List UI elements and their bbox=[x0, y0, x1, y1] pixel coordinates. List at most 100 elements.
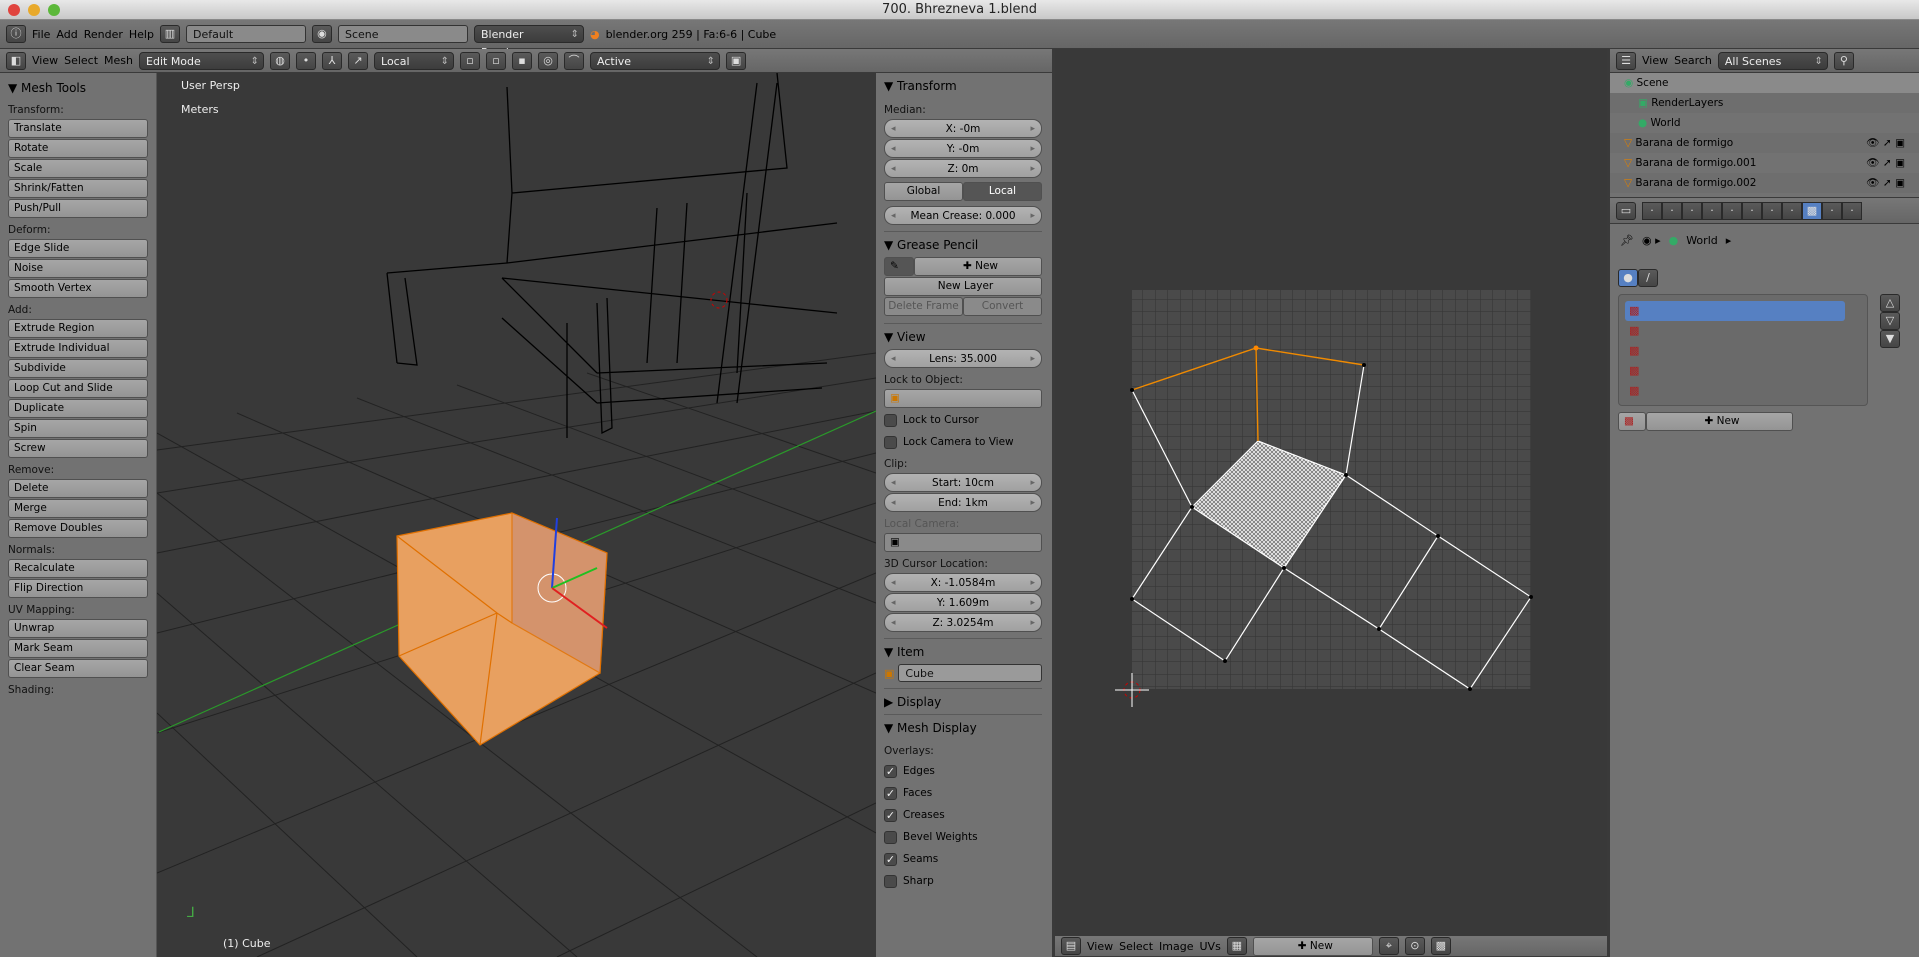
tab-scene-icon[interactable]: · bbox=[1662, 201, 1682, 220]
mesh-display-header[interactable]: ▼ Mesh Display bbox=[884, 714, 1042, 740]
tab-constraints-icon[interactable]: · bbox=[1722, 201, 1742, 220]
tool-button[interactable]: Flip Direction bbox=[8, 579, 148, 598]
new-layer-button[interactable]: New Layer bbox=[884, 277, 1042, 296]
tab-particles-icon[interactable]: · bbox=[1822, 201, 1842, 220]
face-select-icon[interactable]: ▪ bbox=[512, 51, 533, 70]
tool-button[interactable]: Translate bbox=[8, 119, 148, 138]
overlay-checkbox[interactable]: ✓ Edges bbox=[884, 760, 1042, 782]
move-up-button[interactable]: △ bbox=[1880, 294, 1900, 312]
tool-button[interactable]: Smooth Vertex bbox=[8, 279, 148, 298]
texture-slot[interactable]: ▩ bbox=[1625, 321, 1845, 341]
outliner-menu-view[interactable]: View bbox=[1642, 54, 1668, 67]
tool-button[interactable]: Clear Seam bbox=[8, 659, 148, 678]
tab-modifiers-icon[interactable]: · bbox=[1742, 201, 1762, 220]
global-button[interactable]: Global bbox=[884, 182, 963, 201]
layout-icon[interactable]: ▥ bbox=[159, 25, 180, 43]
image-browse-icon[interactable]: ▦ bbox=[1226, 937, 1247, 955]
pivot-uv-icon[interactable]: ⊙ bbox=[1404, 937, 1425, 955]
clip-end-field[interactable]: End: 1km bbox=[884, 493, 1042, 512]
visibility-icons[interactable]: 👁︎ ➚ ▣ bbox=[1866, 173, 1905, 193]
outliner-row[interactable]: ◉ Scene bbox=[1610, 73, 1919, 93]
tool-button[interactable]: Noise bbox=[8, 259, 148, 278]
outliner-row[interactable]: ● World bbox=[1610, 113, 1919, 133]
uv-menu-image[interactable]: Image bbox=[1159, 940, 1193, 953]
layout-field[interactable]: Default bbox=[185, 25, 306, 43]
checkbox-box[interactable]: ✓ bbox=[884, 786, 897, 800]
checkbox-box[interactable]: ✓ bbox=[884, 808, 897, 822]
transform-panel-header[interactable]: ▼ Transform bbox=[884, 73, 1042, 99]
outliner-row[interactable]: ▣ RenderLayers bbox=[1610, 93, 1919, 113]
pivot-icon[interactable]: • bbox=[296, 51, 317, 70]
tab-object-icon[interactable]: · bbox=[1702, 201, 1722, 220]
brush-texture-icon[interactable]: / bbox=[1638, 269, 1658, 287]
tool-button[interactable]: Push/Pull bbox=[8, 199, 148, 218]
menu-help[interactable]: Help bbox=[129, 28, 154, 41]
render-engine-dropdown[interactable]: Blender Render bbox=[473, 25, 584, 59]
outliner-menu-search[interactable]: Search bbox=[1674, 54, 1712, 67]
outliner-row[interactable]: ▽ Barana de formigo.001 👁︎ ➚ ▣ bbox=[1610, 153, 1919, 173]
editor-type-3d-icon[interactable]: ◧ bbox=[6, 51, 26, 70]
grease-new-button[interactable]: ✚ New bbox=[914, 257, 1042, 276]
view-panel-header[interactable]: ▼ View bbox=[884, 323, 1042, 349]
tab-texture-icon[interactable]: ▩ bbox=[1802, 201, 1822, 220]
object-name-field[interactable]: Cube bbox=[898, 664, 1042, 682]
outliner-row[interactable]: ▽ Barana de formigo.002 👁︎ ➚ ▣ bbox=[1610, 173, 1919, 193]
checkbox-box[interactable]: ✓ bbox=[884, 852, 897, 866]
sync-select-icon[interactable]: ▩ bbox=[1430, 937, 1451, 955]
mode-dropdown[interactable]: Edit Mode bbox=[139, 51, 265, 71]
menu-render[interactable]: Render bbox=[84, 28, 123, 41]
translate-manipulator-icon[interactable]: ↗ bbox=[348, 51, 369, 70]
display-panel-header[interactable]: ▶ Display bbox=[884, 688, 1042, 714]
pencil-icon[interactable]: ✎ bbox=[884, 257, 914, 276]
uv-new-image-button[interactable]: ✚ New bbox=[1252, 936, 1373, 956]
lock-cursor-checkbox[interactable]: Lock to Cursor bbox=[884, 409, 1042, 431]
texture-slot[interactable]: ▩ bbox=[1625, 301, 1845, 321]
3d-viewport[interactable]: User Persp Meters (1) Cube ⅃ bbox=[157, 73, 876, 957]
median-y-field[interactable]: Y: -0m bbox=[884, 139, 1042, 158]
grease-pencil-header[interactable]: ▼ Grease Pencil bbox=[884, 231, 1042, 257]
editor-type-properties-icon[interactable]: ▭ bbox=[1616, 201, 1636, 220]
uv-image-editor[interactable] bbox=[1055, 49, 1607, 936]
world-texture-icon[interactable]: ● bbox=[1618, 269, 1638, 287]
pin-icon[interactable]: 📌︎ bbox=[1620, 234, 1634, 247]
cursor-x-field[interactable]: X: -1.0584m bbox=[884, 573, 1042, 592]
overlay-checkbox[interactable]: Bevel Weights bbox=[884, 826, 1042, 848]
median-x-field[interactable]: X: -0m bbox=[884, 119, 1042, 138]
minimize-button[interactable] bbox=[28, 4, 40, 16]
tool-button[interactable]: Screw bbox=[8, 439, 148, 458]
tool-button[interactable]: Recalculate bbox=[8, 559, 148, 578]
close-button[interactable] bbox=[8, 4, 20, 16]
texture-icon[interactable]: ▩ bbox=[1618, 412, 1646, 431]
tab-physics-icon[interactable]: · bbox=[1842, 201, 1862, 220]
texture-slot[interactable]: ▩ bbox=[1625, 381, 1845, 401]
vertex-select-icon[interactable]: ▫ bbox=[460, 51, 481, 70]
scene-icon[interactable]: ◉ bbox=[311, 25, 332, 43]
shading-icon[interactable]: ◍ bbox=[270, 51, 291, 70]
local-camera-field[interactable]: ▣ bbox=[884, 533, 1042, 552]
convert-button[interactable]: Convert bbox=[963, 297, 1042, 316]
tool-button[interactable]: Delete bbox=[8, 479, 148, 498]
tool-button[interactable]: Mark Seam bbox=[8, 639, 148, 658]
editor-type-uv-icon[interactable]: ▤ bbox=[1061, 937, 1081, 955]
mesh-tools-header[interactable]: ▼ Mesh Tools bbox=[8, 77, 148, 99]
texture-new-button[interactable]: ✚ New bbox=[1646, 412, 1793, 431]
tool-button[interactable]: Subdivide bbox=[8, 359, 148, 378]
tool-button[interactable]: Shrink/Fatten bbox=[8, 179, 148, 198]
overlay-checkbox[interactable]: ✓ Faces bbox=[884, 782, 1042, 804]
tool-button[interactable]: Unwrap bbox=[8, 619, 148, 638]
checkbox-box[interactable]: ✓ bbox=[884, 764, 897, 778]
editor-type-outliner-icon[interactable]: ☰ bbox=[1616, 51, 1636, 70]
mean-crease-field[interactable]: Mean Crease: 0.000 bbox=[884, 206, 1042, 225]
slot-specials-button[interactable]: ▼ bbox=[1880, 330, 1900, 348]
menu-select[interactable]: Select bbox=[64, 54, 98, 67]
tool-button[interactable]: Scale bbox=[8, 159, 148, 178]
checkbox-box[interactable] bbox=[884, 830, 897, 844]
menu-mesh[interactable]: Mesh bbox=[104, 54, 133, 67]
scene-field[interactable]: Scene bbox=[337, 25, 468, 43]
texture-slot[interactable]: ▩ bbox=[1625, 361, 1845, 381]
menu-view[interactable]: View bbox=[32, 54, 58, 67]
tab-world-icon[interactable]: · bbox=[1682, 201, 1702, 220]
tool-button[interactable]: Rotate bbox=[8, 139, 148, 158]
snap-icon[interactable]: ⌒ bbox=[564, 51, 585, 70]
proportional-icon[interactable]: ◎ bbox=[538, 51, 559, 70]
